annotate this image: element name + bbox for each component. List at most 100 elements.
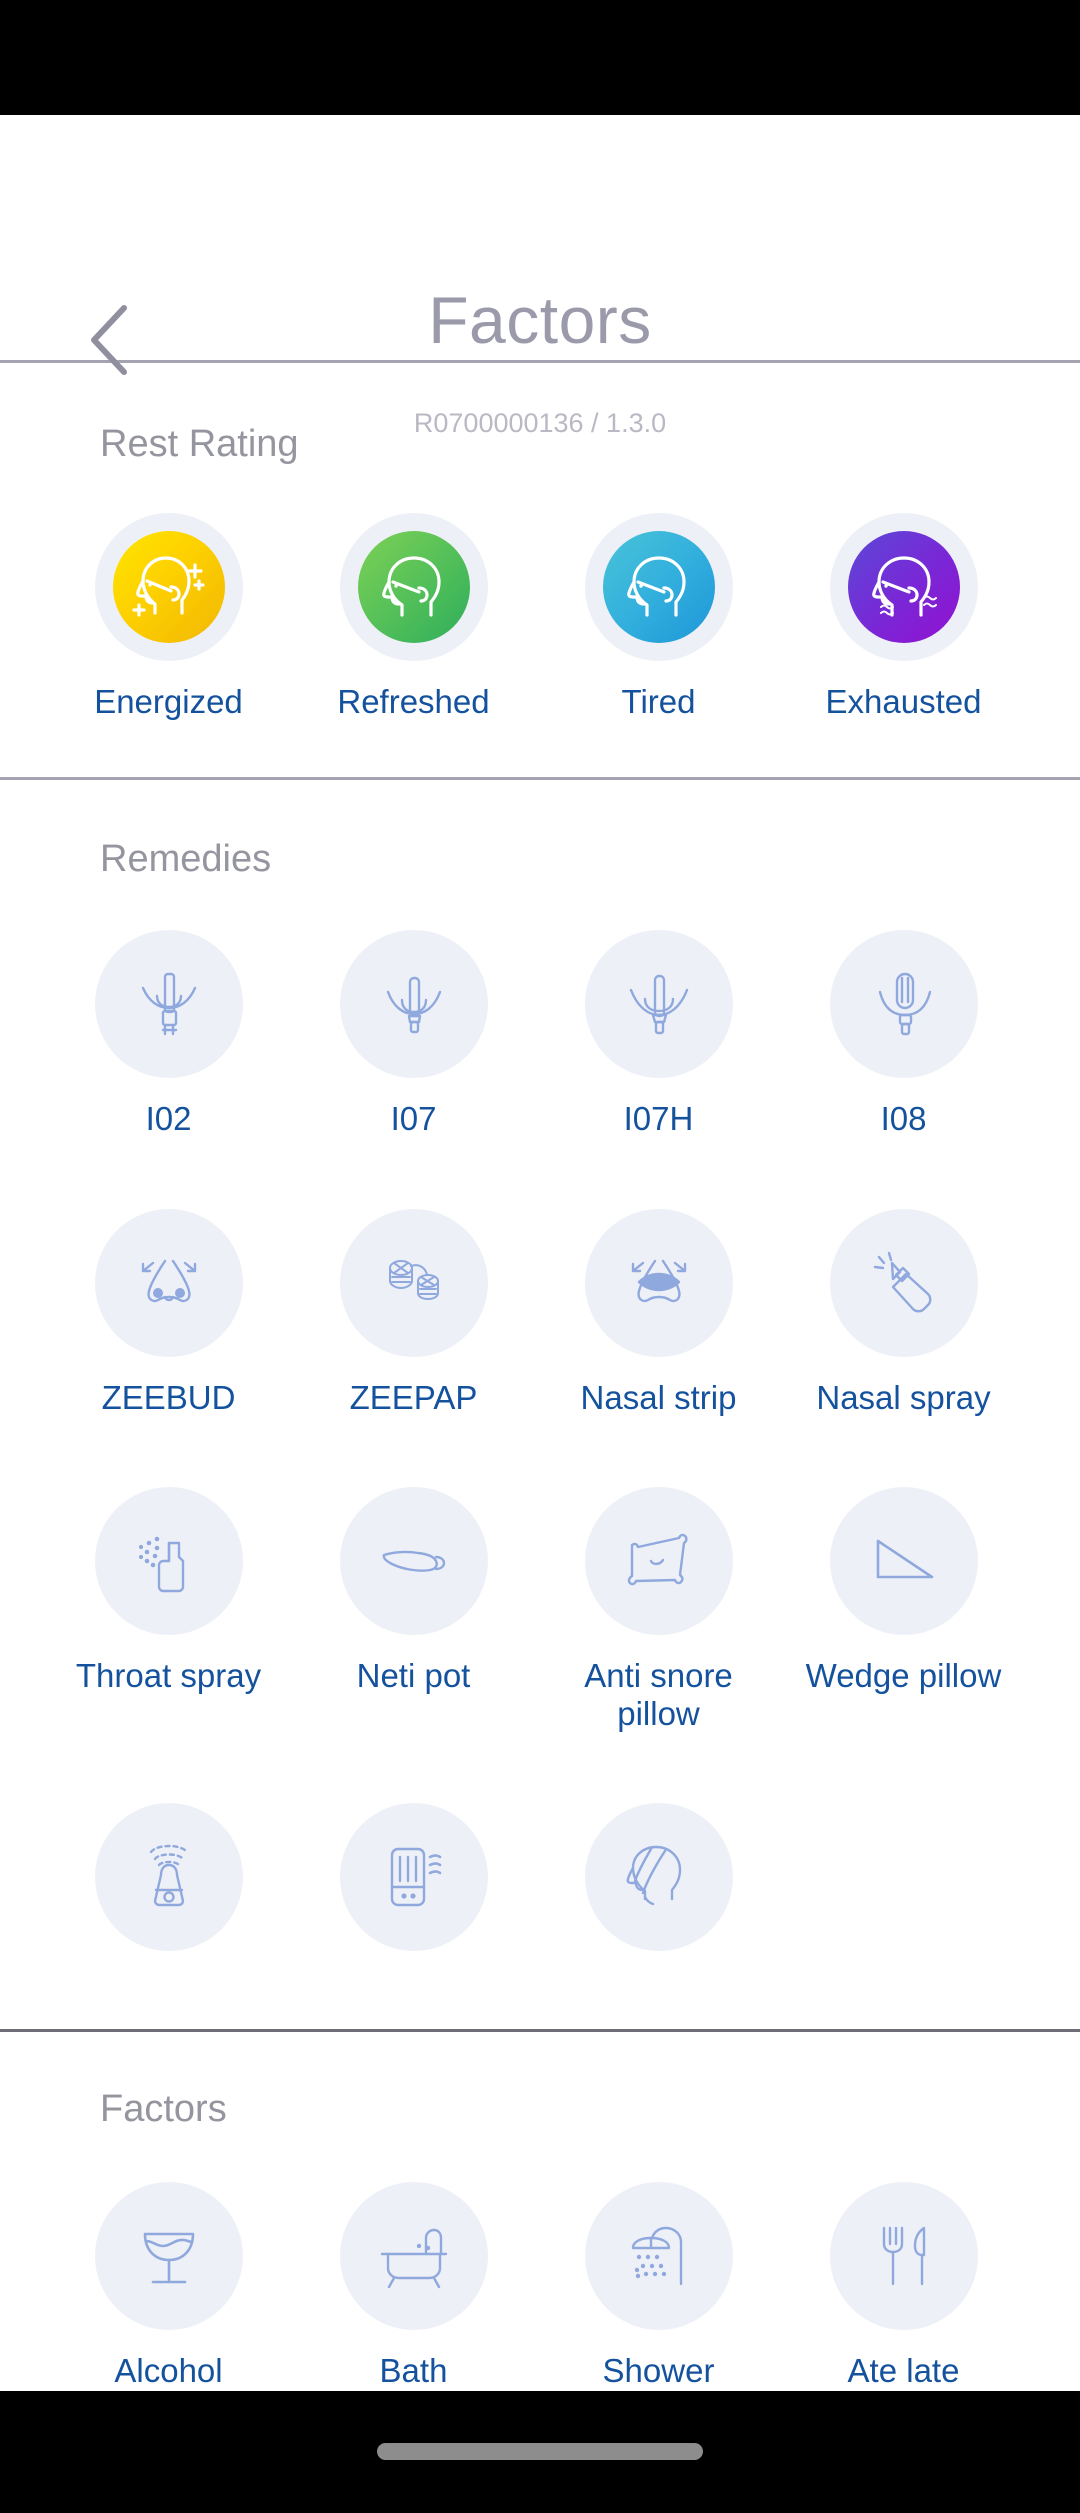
remedy-item-humidifier[interactable] (46, 1803, 291, 1952)
head-sparkle-icon (112, 531, 225, 643)
wedge-pillow-icon (862, 1519, 946, 1603)
factor-item-ate-late[interactable]: Ate late (781, 2182, 1026, 2390)
remedies-grid-row-1: I02 I07 I07H I08 (0, 930, 1080, 1138)
remedy-item-anti-snore-pillow[interactable]: Anti snore pillow (536, 1486, 781, 1734)
remedy-label: ZEEBUD (101, 1378, 236, 1416)
phone-screen: Factors R0700000136 / 1.3.0 Rest Rating (0, 0, 1080, 2513)
factor-label: Bath (379, 2352, 448, 2390)
remedy-item-i07h[interactable]: I07H (536, 930, 781, 1138)
factors-grid: Alcohol Bath Shower Ate late (0, 2182, 1080, 2390)
icon-container (339, 930, 488, 1079)
head-icon (602, 531, 715, 643)
remedy-item-air-purifier[interactable] (291, 1803, 536, 1952)
section-title-factors: Factors (100, 2088, 227, 2131)
icon-container (829, 1486, 978, 1635)
remedies-grid-row-2: ZEEBUD ZEEPAP Nasal strip Nasal spray (0, 1208, 1080, 1417)
remedy-item-wedge-pillow[interactable]: Wedge pillow (781, 1486, 1026, 1734)
remedy-label: Wedge pillow (805, 1656, 1002, 1694)
remedy-item-i02[interactable]: I02 (46, 930, 291, 1138)
rest-rating-item-energized[interactable]: Energized (46, 513, 291, 721)
remedies-grid-row-3: Throat spray Neti pot Anti snore pillow … (0, 1486, 1080, 1734)
icon-container (339, 513, 488, 661)
icon-container (94, 930, 243, 1079)
remedy-item-neti-pot[interactable]: Neti pot (291, 1486, 536, 1734)
remedy-label: Anti snore pillow (584, 1656, 733, 1733)
section-title-remedies: Remedies (100, 838, 272, 881)
device-version-label: R0700000136 / 1.3.0 (413, 408, 667, 438)
icon-container (584, 1486, 733, 1635)
icon-container (584, 513, 733, 661)
icon-container (584, 2182, 733, 2331)
anti-snore-pillow-icon (617, 1519, 701, 1603)
nasal-pillow-icon (372, 1241, 456, 1325)
head-waves-icon (847, 531, 960, 643)
bathtub-icon (372, 2214, 456, 2298)
humidifier-icon (127, 1835, 211, 1919)
icon-container (94, 513, 243, 661)
remedy-label: I07 (390, 1100, 437, 1138)
fork-knife-icon (862, 2214, 946, 2298)
icon-container (339, 2182, 488, 2331)
remedy-item-nasal-strip[interactable]: Nasal strip (536, 1208, 781, 1417)
rest-rating-label: Tired (621, 683, 696, 720)
icon-container (584, 1208, 733, 1357)
remedy-label: Neti pot (356, 1656, 471, 1694)
rest-rating-grid: Energized Refreshed Tired Exhausted (0, 513, 1080, 777)
neti-pot-icon (372, 1519, 456, 1603)
cpap-mask-i07-icon (372, 962, 456, 1046)
home-indicator[interactable] (377, 2443, 703, 2461)
section-remedies: Remedies I02 I07 I07H I08 ZEEBUD ZEEPAP … (0, 780, 1080, 2030)
remedy-item-throat-spray[interactable]: Throat spray (46, 1486, 291, 1734)
system-navigation-bar (0, 2390, 1080, 2513)
icon-container (94, 1486, 243, 1635)
rest-rating-item-tired[interactable]: Tired (536, 513, 781, 721)
remedy-label: Nasal spray (816, 1378, 991, 1416)
remedy-item-zeebud[interactable]: ZEEBUD (46, 1208, 291, 1417)
icon-container (94, 1803, 243, 1952)
app-header: Factors R0700000136 / 1.3.0 (0, 115, 1080, 437)
factor-item-bath[interactable]: Bath (291, 2182, 536, 2390)
rest-rating-label: Exhausted (825, 683, 982, 720)
remedy-item-i08[interactable]: I08 (781, 930, 1026, 1138)
wine-glass-icon (127, 2214, 211, 2298)
nasal-spray-icon (862, 1241, 946, 1325)
remedy-label: I07H (623, 1100, 694, 1138)
remedy-item-nasal-spray[interactable]: Nasal spray (781, 1208, 1026, 1417)
cpap-mask-i02-icon (127, 962, 211, 1046)
remedy-label: Throat spray (75, 1656, 262, 1694)
page-title: Factors (428, 283, 652, 357)
cpap-mask-i07h-icon (617, 962, 701, 1046)
nasal-strip-icon (617, 1241, 701, 1325)
remedy-label: ZEEPAP (349, 1378, 478, 1416)
icon-container (94, 2182, 243, 2331)
section-factors: Factors Alcohol Bath Shower Ate late (0, 2032, 1080, 2391)
rest-rating-item-refreshed[interactable]: Refreshed (291, 513, 536, 721)
cpap-mask-i08-icon (862, 962, 946, 1046)
rest-rating-item-exhausted[interactable]: Exhausted (781, 513, 1026, 721)
air-purifier-icon (372, 1835, 456, 1919)
factor-item-alcohol[interactable]: Alcohol (46, 2182, 291, 2390)
throat-spray-icon (127, 1519, 211, 1603)
factor-label: Alcohol (114, 2352, 223, 2390)
remedy-item-chin-strap[interactable] (536, 1803, 781, 1952)
remedy-label: I02 (145, 1100, 192, 1138)
remedy-item-placeholder (781, 1803, 1026, 1951)
remedies-grid-row-4 (0, 1803, 1080, 2029)
icon-container (829, 1208, 978, 1357)
icon-container (829, 513, 978, 661)
chin-strap-icon (617, 1835, 701, 1919)
remedy-item-i07[interactable]: I07 (291, 930, 536, 1138)
icon-container (339, 1208, 488, 1357)
rest-rating-label: Refreshed (337, 683, 490, 720)
factor-label: Shower (602, 2352, 715, 2390)
remedy-label: Nasal strip (580, 1378, 737, 1416)
icon-container (584, 1803, 733, 1952)
shower-icon (617, 2214, 701, 2298)
icon-container (584, 930, 733, 1079)
icon-container (94, 1208, 243, 1357)
status-bar (0, 0, 1080, 115)
remedy-item-zeepap[interactable]: ZEEPAP (291, 1208, 536, 1417)
factor-label: Ate late (847, 2352, 960, 2390)
factor-item-shower[interactable]: Shower (536, 2182, 781, 2390)
icon-container (829, 930, 978, 1079)
